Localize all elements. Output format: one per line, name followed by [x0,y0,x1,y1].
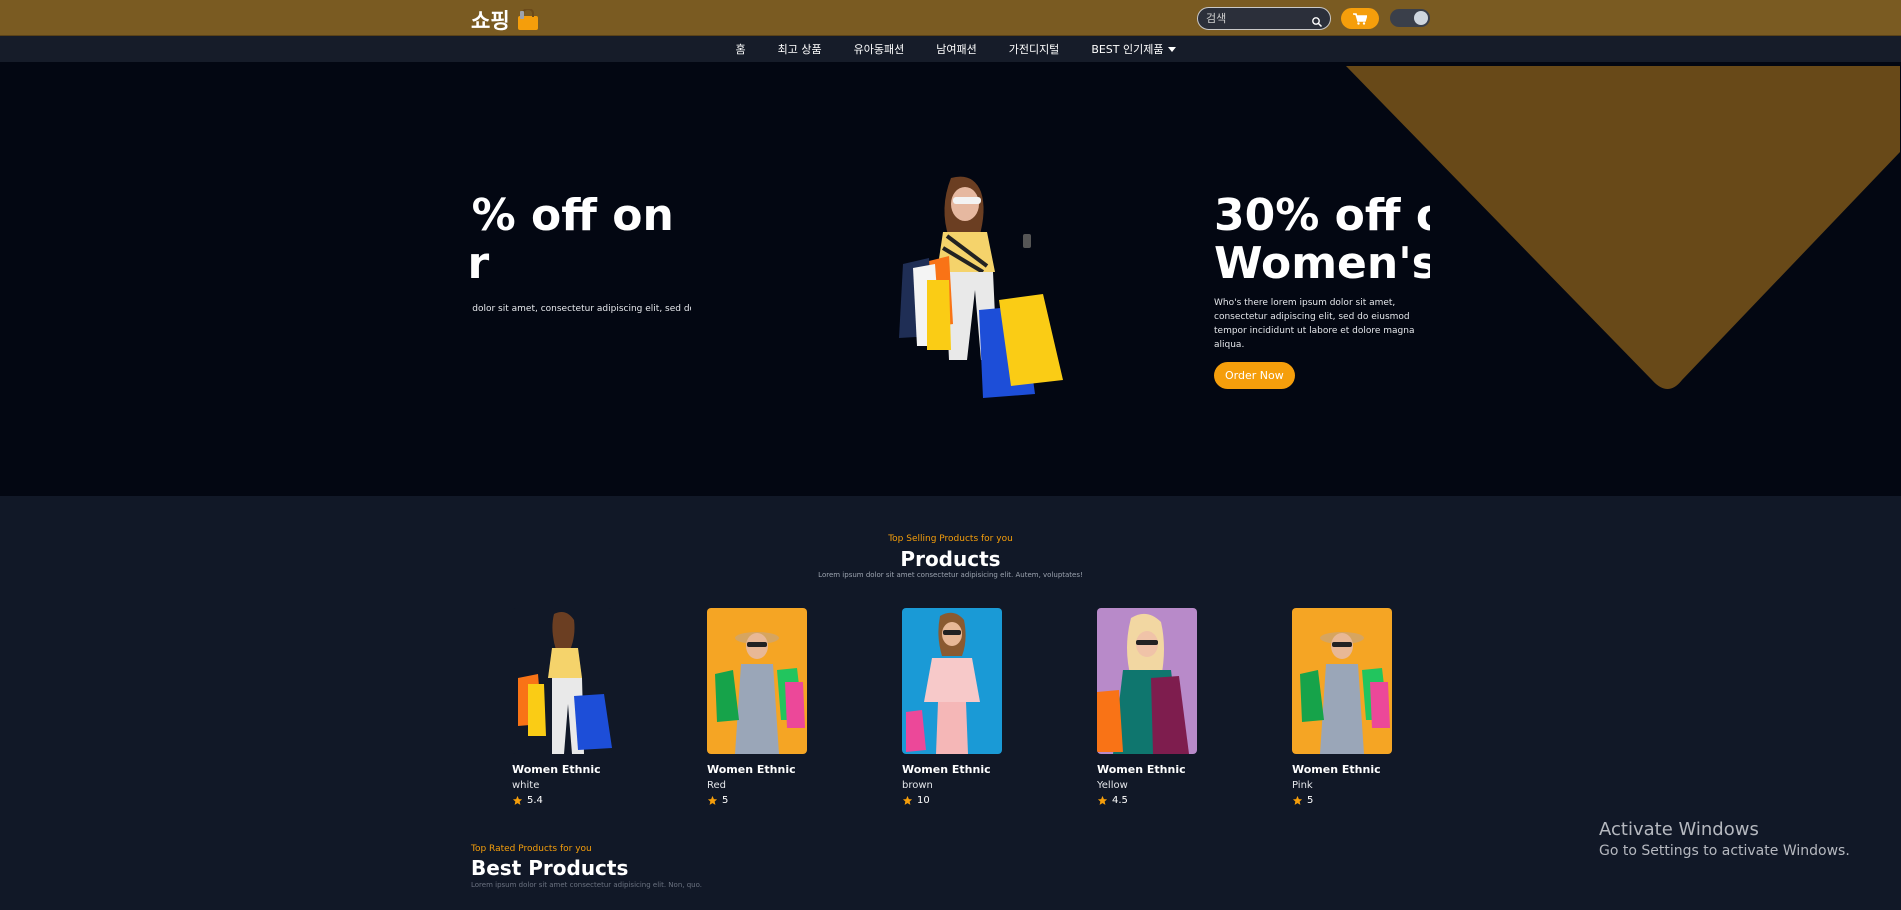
watermark-line2: Go to Settings to activate Windows. [1599,843,1850,859]
product-card[interactable]: Women Ethnic Red 5 [707,608,807,806]
hero-banner: 0% off on all Wear Lorem ipsum dolor sit… [0,62,1901,496]
hero-prev-title: 0% off on all Wear [471,192,691,288]
product-color: Red [707,780,726,791]
product-image[interactable] [902,608,1002,754]
windows-activation-watermark: Activate Windows Go to Settings to activ… [1599,819,1850,859]
caret-down-icon [1167,46,1176,52]
nav-item-fashion[interactable]: 남여패션 [936,41,976,57]
product-card[interactable]: Women Ethnic white 5.4 [512,608,612,806]
product-rating-value: 5 [722,795,729,806]
hero-text: Who's there lorem ipsum dolor sit amet, … [1214,298,1415,350]
star-icon [1097,795,1108,805]
product-card[interactable]: Women Ethnic brown 10 [902,608,1002,806]
order-now-button[interactable]: Order Now [1214,362,1295,389]
hero-title-line1: 30% off on all [1214,192,1430,241]
search-box[interactable] [1197,7,1331,30]
hero-prev-title-line2: Wear [471,238,490,289]
product-color: brown [902,780,933,791]
shopping-bag-icon [516,8,540,31]
search-input[interactable] [1206,12,1306,25]
product-color: Yellow [1097,780,1128,791]
nav-item-kids-fashion[interactable]: 유아동패션 [854,41,905,57]
product-rating: 10 [902,795,1002,806]
hero-prev-text: Lorem ipsum dolor sit amet, consectetur … [471,304,691,314]
main-nav: 홈 최고 상품 유아동패션 남여패션 가전디지털 BEST 인기제품 [0,36,1901,62]
products-description: Lorem ipsum dolor sit amet consectetur a… [818,571,1083,579]
top-header: 쇼핑 [0,0,1901,36]
hero-slide-current: 30% off on all Women's Wear Who's there … [1214,192,1430,432]
nav-dropdown-best[interactable]: BEST 인기제품 [1091,41,1176,57]
product-card[interactable]: Women Ethnic Pink 5 [1292,608,1392,806]
product-color: Pink [1292,780,1313,791]
products-title: Products [900,547,1001,571]
product-image[interactable] [1097,608,1197,754]
nav-item-home[interactable]: 홈 [736,41,746,57]
cart-button[interactable] [1341,8,1379,29]
product-rating-value: 4.5 [1112,795,1128,806]
product-rating: 5 [1292,795,1392,806]
nav-item-electronics[interactable]: 가전디지털 [1009,41,1060,57]
product-name[interactable]: Women Ethnic [707,763,807,776]
nav-dropdown-label: BEST 인기제품 [1091,43,1164,56]
product-rating: 4.5 [1097,795,1197,806]
star-icon [707,795,718,805]
hero-slide-previous: 0% off on all Wear Lorem ipsum dolor sit… [471,192,691,332]
product-list: Women Ethnic white 5.4 Women Ethnic Red … [512,608,1392,806]
best-products-description: Lorem ipsum dolor sit amet consectetur a… [471,881,702,889]
product-name[interactable]: Women Ethnic [902,763,1002,776]
search-icon[interactable] [1311,13,1323,28]
star-icon [902,795,913,805]
hero-title: 30% off on all Women's Wear [1214,192,1430,288]
brand-name: 쇼핑 [471,9,510,33]
product-image[interactable] [1292,608,1392,754]
product-image[interactable] [512,608,612,754]
product-rating: 5.4 [512,795,612,806]
product-rating-value: 5 [1307,795,1314,806]
hero-title-line2: Women's Wear [1214,238,1430,289]
theme-toggle[interactable] [1390,9,1430,27]
best-products-title: Best Products [471,856,629,880]
nav-item-top-products[interactable]: 최고 상품 [778,41,822,57]
watermark-line1: Activate Windows [1599,819,1759,840]
product-name[interactable]: Women Ethnic [1292,763,1392,776]
product-rating-value: 10 [917,795,930,806]
best-products-tagline: Top Rated Products for you [471,844,592,854]
product-rating-value: 5.4 [527,795,543,806]
products-tagline: Top Selling Products for you [888,534,1013,544]
product-rating: 5 [707,795,807,806]
hero-woman-with-bags-image [899,176,1063,398]
product-card[interactable]: Women Ethnic Yellow 4.5 [1097,608,1197,806]
star-icon [512,795,523,805]
product-color: white [512,780,540,791]
product-name[interactable]: Women Ethnic [1097,763,1197,776]
toggle-knob [1414,11,1428,25]
brand-logo[interactable]: 쇼핑 [471,5,540,35]
product-image[interactable] [707,608,807,754]
cart-icon [1353,12,1367,25]
star-icon [1292,795,1303,805]
hero-prev-title-line1: 0% off on all [471,192,691,241]
product-name[interactable]: Women Ethnic [512,763,612,776]
